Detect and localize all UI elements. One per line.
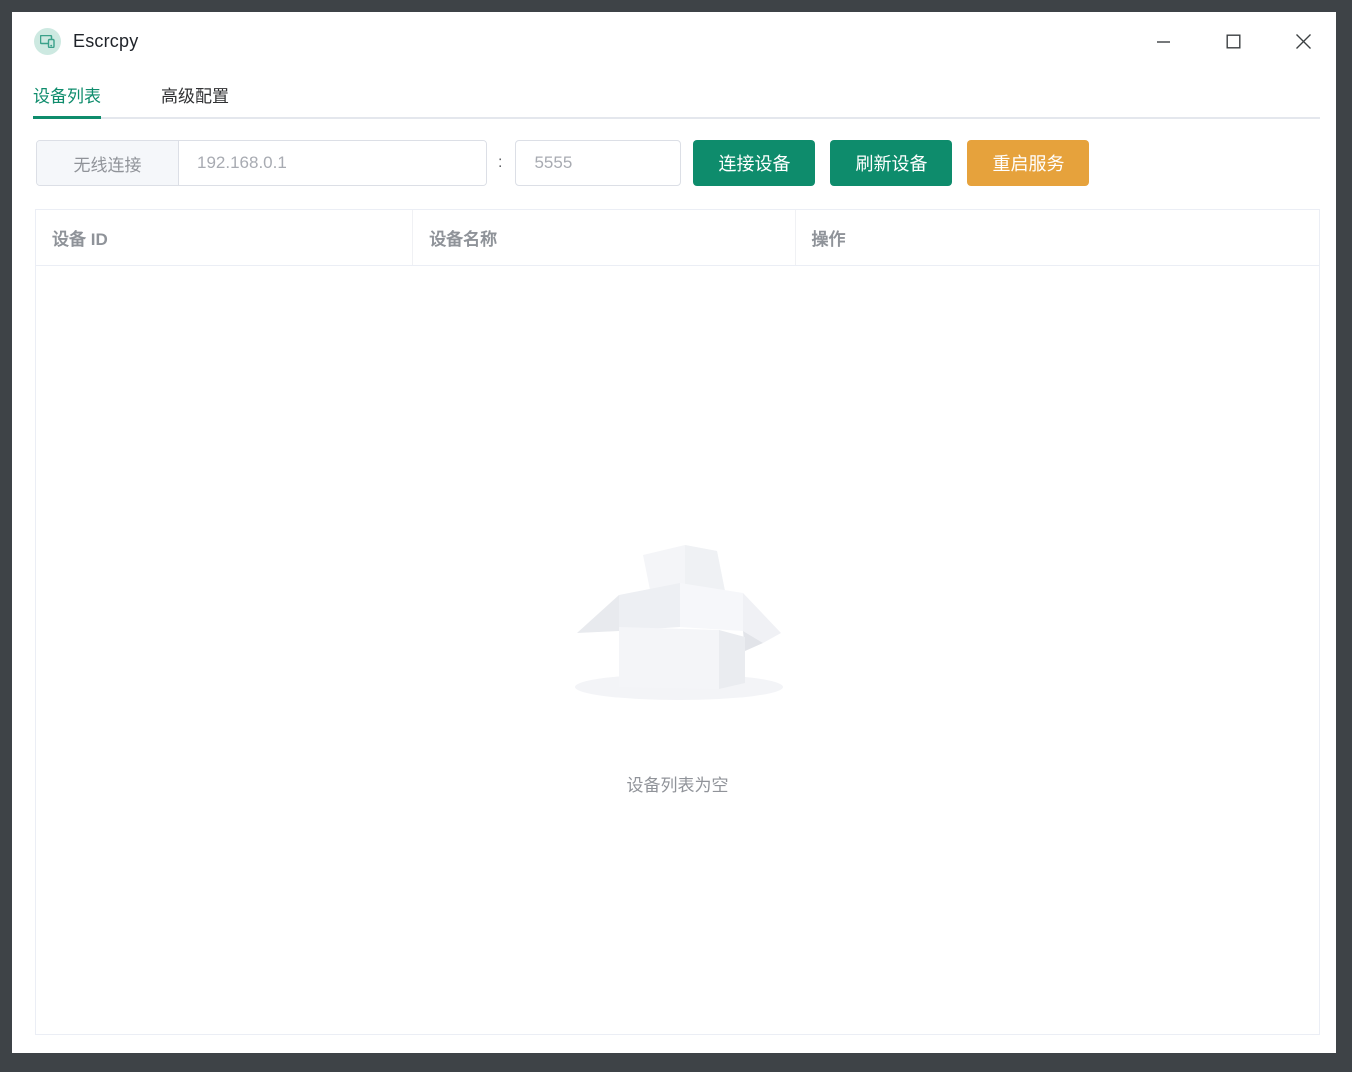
close-button[interactable] <box>1282 21 1324 61</box>
port-input[interactable] <box>515 140 681 186</box>
empty-state-text: 设备列表为空 <box>627 771 729 796</box>
wireless-address-group: 无线连接 <box>36 140 487 186</box>
device-table-body: 设备列表为空 <box>36 266 1319 1034</box>
close-icon <box>1295 33 1312 50</box>
tab-device-list-label: 设备列表 <box>33 82 101 107</box>
minimize-icon <box>1156 34 1171 49</box>
minimize-button[interactable] <box>1142 21 1184 61</box>
column-header-actions: 操作 <box>796 210 1319 265</box>
app-title: Escrcpy <box>73 31 138 52</box>
maximize-icon <box>1226 34 1241 49</box>
connection-toolbar: 无线连接 : 连接设备 刷新设备 重启服务 <box>36 140 1320 186</box>
connect-device-button[interactable]: 连接设备 <box>693 140 815 186</box>
restart-service-button[interactable]: 重启服务 <box>967 140 1089 186</box>
wireless-connect-label: 无线连接 <box>37 141 179 185</box>
tab-bar: 设备列表 高级配置 <box>12 70 1336 119</box>
device-table: 设备 ID 设备名称 操作 <box>35 209 1320 1035</box>
screen-mirror-glyph <box>40 35 55 48</box>
ip-address-input[interactable] <box>179 141 486 185</box>
column-header-device-id: 设备 ID <box>36 210 413 265</box>
refresh-devices-button[interactable]: 刷新设备 <box>830 140 952 186</box>
maximize-button[interactable] <box>1212 21 1254 61</box>
tab-advanced-config-label: 高级配置 <box>161 82 229 107</box>
titlebar: Escrcpy <box>12 12 1336 70</box>
ip-port-separator: : <box>498 154 502 172</box>
app-window: Escrcpy 设备列表 <box>12 12 1336 1053</box>
window-controls <box>1114 21 1336 61</box>
device-table-header: 设备 ID 设备名称 操作 <box>36 210 1319 266</box>
tab-device-list[interactable]: 设备列表 <box>33 70 101 119</box>
empty-state: 设备列表为空 <box>567 537 789 796</box>
app-logo-icon <box>34 28 61 55</box>
tab-advanced-config[interactable]: 高级配置 <box>161 70 229 119</box>
empty-box-icon <box>567 537 789 709</box>
column-header-device-name: 设备名称 <box>413 210 795 265</box>
